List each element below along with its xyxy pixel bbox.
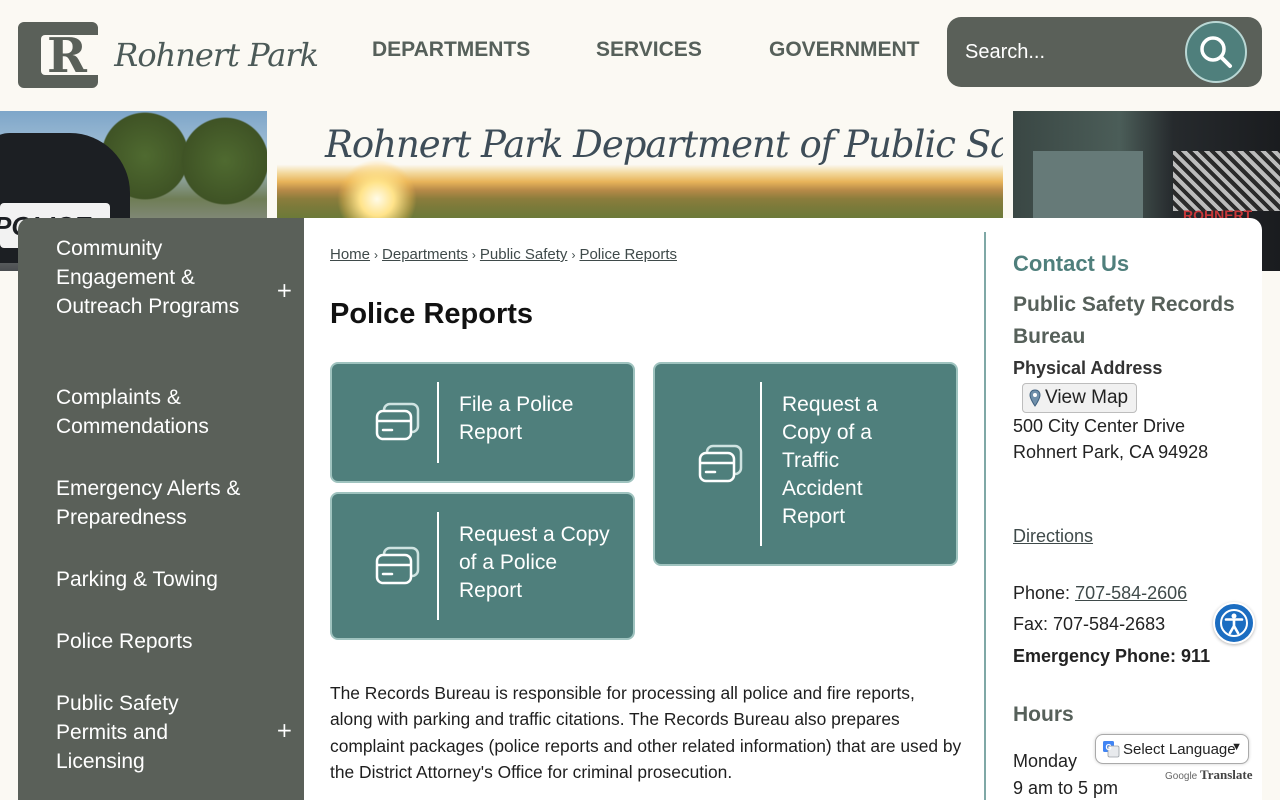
tile-label: File a Police Report	[459, 393, 574, 444]
expand-icon[interactable]: +	[276, 278, 293, 302]
hours-day: Monday	[1013, 751, 1078, 771]
powered-by-google: Google Translate	[1165, 767, 1253, 782]
expand-icon[interactable]: +	[276, 718, 293, 742]
column-divider	[984, 232, 986, 800]
nav-departments[interactable]: DEPARTMENTS	[372, 38, 530, 68]
hours-heading: Hours	[1013, 703, 1074, 726]
sidebar-item-emergency-alerts[interactable]: Emergency Alerts & Preparedness	[56, 474, 266, 532]
breadcrumb-police-reports[interactable]: Police Reports	[579, 246, 677, 263]
card-icon	[375, 402, 420, 441]
tile-traffic-accident-report[interactable]: Request a Copy of a Traffic Accident Rep…	[653, 362, 958, 566]
emergency-phone: Emergency Phone: 911	[1013, 646, 1211, 666]
card-icon	[698, 444, 743, 483]
sidebar-item-permits[interactable]: Public Safety Permits and Licensing	[56, 689, 216, 776]
map-pin-icon	[1029, 389, 1041, 407]
search-input[interactable]	[965, 35, 1175, 69]
breadcrumb: Home › Departments › Public Safety › Police Re…	[330, 246, 677, 263]
view-map-button[interactable]: View Map	[1022, 383, 1138, 413]
address-line-1: 500 City Center Drive	[1013, 416, 1186, 436]
sidebar-nav: Community Engagement & Outreach Programs…	[18, 218, 304, 800]
contact-heading: Contact Us	[1013, 251, 1130, 276]
google-translate-icon: G	[1103, 741, 1120, 758]
chevron-down-icon: ▼	[1231, 741, 1242, 753]
search-box	[947, 17, 1262, 87]
records-bureau-description: The Records Bureau is responsible for pr…	[330, 683, 962, 783]
breadcrumb-departments[interactable]: Departments	[382, 246, 468, 263]
nav-services[interactable]: SERVICES	[596, 38, 702, 68]
phone-line: Phone: 707-584-2606	[1013, 583, 1188, 603]
tile-file-police-report[interactable]: File a Police Report	[330, 362, 635, 483]
sidebar-item-complaints[interactable]: Complaints & Commendations	[56, 383, 256, 441]
address-label: Physical Address	[1013, 358, 1163, 378]
banner-header-image: Rohnert Park Department of Public Safety	[277, 111, 1003, 218]
sidebar-item-parking[interactable]: Parking & Towing	[56, 565, 256, 594]
contact-department: Public Safety Records Bureau	[1013, 293, 1235, 348]
svg-text:G: G	[1106, 743, 1112, 752]
phone-link[interactable]: 707-584-2606	[1075, 583, 1187, 603]
tile-label: Request a Copy of a Traffic Accident Rep…	[782, 393, 878, 528]
hours-time: 9 am to 5 pm	[1013, 778, 1119, 798]
logo-mark: R	[18, 22, 113, 88]
logo-letter: R	[47, 28, 87, 84]
tile-copy-police-report[interactable]: Request a Copy of a Police Report	[330, 492, 635, 640]
logo-text: Rohnert Park	[114, 36, 319, 74]
accessibility-icon	[1220, 609, 1248, 637]
accessibility-button[interactable]	[1213, 602, 1255, 644]
tile-label: Request a Copy of a Police Report	[459, 523, 610, 602]
nav-government[interactable]: GOVERNMENT	[769, 38, 920, 68]
site-logo[interactable]: R Rohnert Park	[18, 22, 319, 88]
fax-line: Fax: 707-584-2683	[1013, 614, 1166, 634]
site-header: R Rohnert Park DEPARTMENTS SERVICES GOVE…	[0, 0, 1280, 111]
main-content: Home › Departments › Public Safety › Police Re…	[304, 218, 1262, 800]
address-line-2: Rohnert Park, CA 94928	[1013, 442, 1209, 462]
sidebar-item-community-engagement[interactable]: Community Engagement & Outreach Programs	[56, 234, 256, 321]
sidebar-item-police-reports[interactable]: Police Reports	[56, 627, 256, 656]
directions-link[interactable]: Directions	[1013, 526, 1093, 547]
card-icon	[375, 546, 420, 585]
banner-title: Rohnert Park Department of Public Safety	[325, 123, 1003, 166]
breadcrumb-home[interactable]: Home	[330, 246, 370, 263]
breadcrumb-public-safety[interactable]: Public Safety	[480, 246, 568, 263]
language-select[interactable]: G Select Language ▼	[1095, 734, 1249, 764]
search-button[interactable]	[1185, 21, 1247, 83]
page-title: Police Reports	[330, 298, 534, 330]
search-icon	[1200, 36, 1232, 68]
